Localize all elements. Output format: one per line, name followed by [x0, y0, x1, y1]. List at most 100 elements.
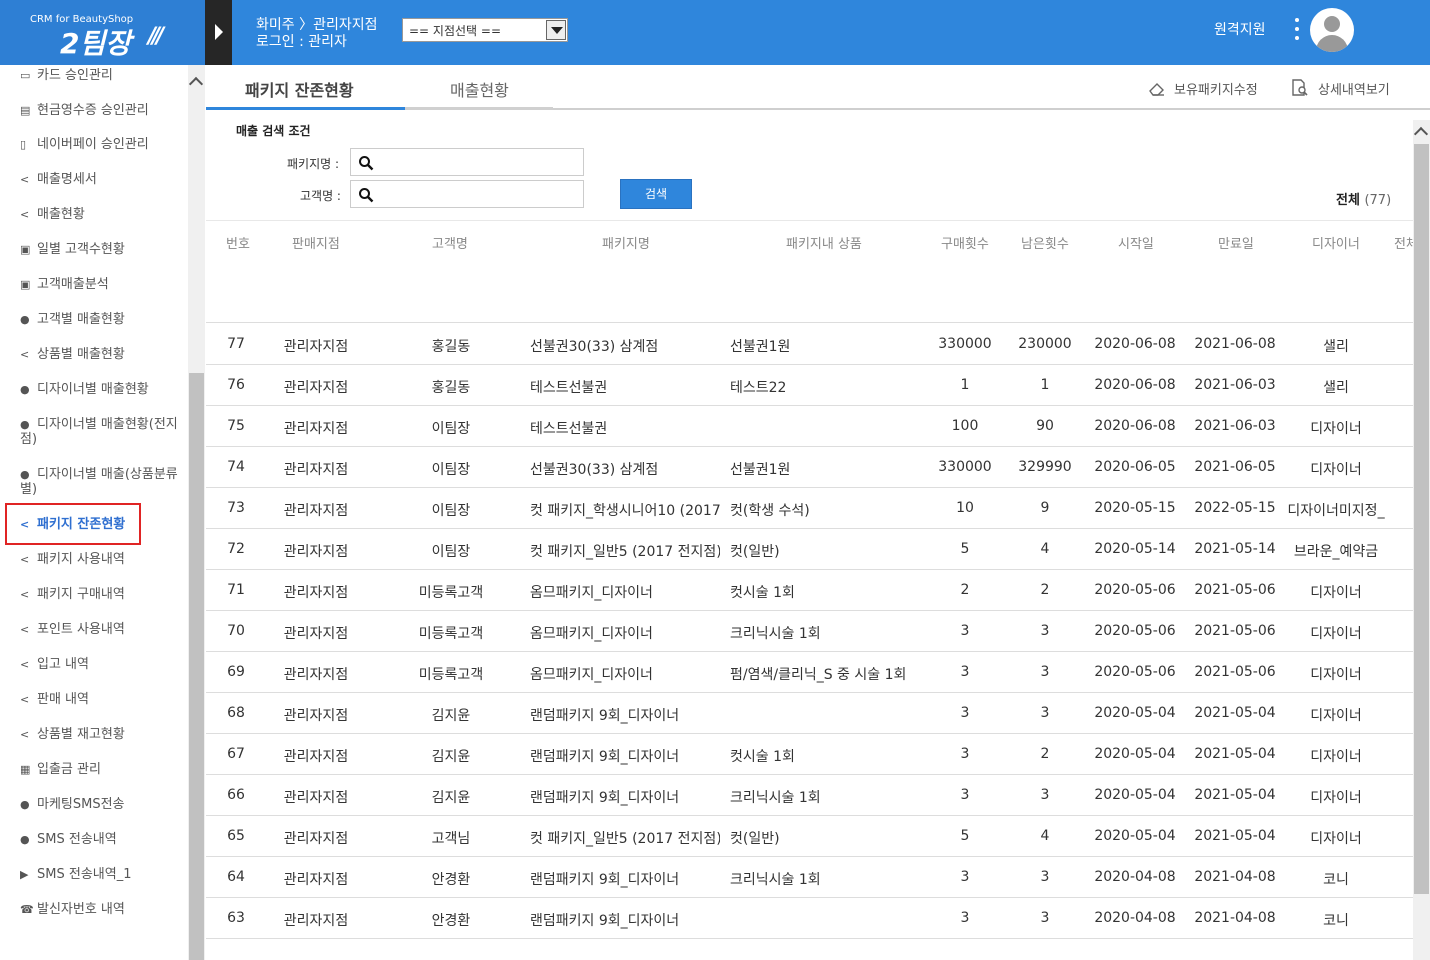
sidebar-item[interactable]: ● 디자이너별 매출현황 — [20, 382, 185, 397]
table-cell: 디자이너 — [1310, 585, 1362, 601]
table-row[interactable]: 68 관리자지점 김지윤 랜덤패키지 9회_디자이너 3 3 2020-05-04 2021-… — [206, 693, 1413, 734]
search-button[interactable]: 검색 — [620, 179, 692, 209]
sidebar-item[interactable]: < 패키지 구매내역 — [20, 587, 185, 602]
sidebar-item[interactable]: < 패키지 사용내역 — [20, 552, 185, 567]
sidebar-item[interactable]: ● 마케팅SMS전송 — [20, 797, 185, 812]
sidebar-item[interactable]: ▣ 고객매출분석 — [20, 277, 185, 292]
sidebar-item[interactable]: ● 고객별 매출현황 — [20, 312, 185, 327]
scroll-up-icon[interactable] — [1413, 126, 1429, 142]
sidebar-item[interactable]: ● 디자이너별 매출현황(전지점) — [20, 417, 185, 447]
table-row[interactable]: 65 관리자지점 고객님 컷 패키지_일반5 (2017 전지점) 컷(일반) 5 4 202… — [206, 816, 1413, 857]
table-row[interactable]: 75 관리자지점 이팀장 테스트선불권 100 90 2020-06-08 2021-06-0… — [206, 406, 1413, 447]
tab-package-remaining[interactable]: 패키지 잔존현황 — [245, 77, 354, 101]
column-header[interactable]: 디자이너 — [1312, 233, 1360, 252]
sidebar-item-label: 매출현황 — [37, 207, 85, 222]
table-cell: 테스트선불권 — [530, 421, 608, 437]
sidebar-item[interactable]: < 입고 내역 — [20, 657, 185, 672]
table-cell: 옴므패키지_디자이너 — [530, 585, 653, 601]
table-cell: 2020-06-08 — [1094, 377, 1176, 393]
sidebar-item[interactable]: ▯ 네이버페이 승인관리 — [20, 137, 185, 152]
table-row[interactable]: 67 관리자지점 김지윤 랜덤패키지 9회_디자이너 컷시술 1회 3 2 2020-05-0… — [206, 734, 1413, 775]
package-search-input[interactable] — [350, 148, 584, 176]
sidebar-item[interactable]: ▶ SMS 전송내역_1 — [20, 867, 185, 882]
sidebar-item[interactable]: ▦ 입출금 관리 — [20, 762, 185, 777]
table-cell: 2022-05-15 — [1194, 500, 1276, 516]
main-scroll-thumb[interactable] — [1414, 144, 1429, 894]
column-header[interactable]: 구매횟수 — [941, 233, 989, 252]
table-cell: 코니 — [1323, 872, 1349, 888]
sidebar-toggle-button[interactable] — [205, 0, 232, 65]
scroll-up-icon[interactable] — [188, 76, 204, 92]
column-header[interactable]: 시작일 — [1118, 233, 1154, 252]
sidebar-item[interactable]: ▭ 카드 승인관리 — [20, 68, 185, 83]
table-row[interactable]: 66 관리자지점 김지윤 랜덤패키지 9회_디자이너 크리닉시술 1회 3 3 2020-05… — [206, 775, 1413, 816]
table-cell: 미등록고객 — [418, 585, 484, 601]
sidebar-item[interactable]: ☎ 발신자번호 내역 — [20, 902, 185, 917]
sidebar-item[interactable]: ▣ 일별 고객수현황 — [20, 242, 185, 257]
sidebar-item[interactable]: < 매출명세서 — [20, 172, 185, 187]
customer-search-input[interactable] — [350, 180, 584, 208]
share-icon: < — [20, 658, 30, 671]
table-cell: 72 — [227, 541, 245, 557]
column-header[interactable]: 패키지명 — [602, 233, 650, 252]
sidebar-item-label: 마케팅SMS전송 — [37, 797, 125, 812]
sidebar-item[interactable]: < 매출현황 — [20, 207, 185, 222]
app-logo[interactable]: CRM for BeautyShop 2팀장 /// — [0, 0, 205, 65]
table-cell: 75 — [227, 418, 245, 434]
table-cell: 2021-05-06 — [1194, 582, 1276, 598]
id-card-icon: ▣ — [20, 278, 31, 291]
sidebar-item[interactable]: ● SMS 전송내역 — [20, 832, 185, 847]
remote-support-link[interactable]: 원격지원 — [1214, 19, 1266, 39]
sidebar-item[interactable]: < 상품별 재고현황 — [20, 727, 185, 742]
sidebar-scroll-thumb[interactable] — [189, 373, 204, 960]
column-header[interactable]: 판매지점 — [292, 233, 340, 252]
table-row[interactable]: 71 관리자지점 미등록고객 옴므패키지_디자이너 컷시술 1회 2 2 2020-05-06… — [206, 570, 1413, 611]
sidebar-item-label: 판매 내역 — [37, 692, 89, 707]
sidebar-item[interactable]: ▤ 현금영수증 승인관리 — [20, 103, 185, 118]
table-cell: 컷(학생 수석) — [730, 503, 810, 519]
main-scrollbar[interactable] — [1413, 120, 1430, 960]
column-header[interactable]: 만료일 — [1218, 233, 1254, 252]
table-row[interactable]: 73 관리자지점 이팀장 컷 패키지_학생시니어10 (2017 컷(학생 수석) 10 9… — [206, 488, 1413, 529]
more-menu-icon[interactable] — [1293, 18, 1301, 44]
total-count: 전체 (77) — [1336, 189, 1391, 208]
table-row[interactable]: 72 관리자지점 이팀장 컷 패키지_일반5 (2017 전지점) 컷(일반) 5 4 202… — [206, 529, 1413, 570]
sidebar-item-label: 현금영수증 승인관리 — [37, 103, 149, 118]
table-cell: 안경환 — [431, 872, 471, 888]
column-header[interactable]: 전체 — [1394, 233, 1413, 252]
table-row[interactable]: 70 관리자지점 미등록고객 옴므패키지_디자이너 크리닉시술 1회 3 3 2020-05-… — [206, 611, 1413, 652]
edit-package-button[interactable]: 보유패키지수정 — [1148, 79, 1258, 98]
table-cell: 2021-05-04 — [1194, 705, 1276, 721]
sidebar-item[interactable]: < 상품별 매출현황 — [20, 347, 185, 362]
table-row[interactable]: 69 관리자지점 미등록고객 옴므패키지_디자이너 펌/염색/클리닉_S 중 시술 1회… — [206, 652, 1413, 693]
column-header[interactable]: 남은횟수 — [1021, 233, 1069, 252]
table-cell: 2021-05-04 — [1194, 828, 1276, 844]
table-row[interactable]: 74 관리자지점 이팀장 선불권30(33) 삼계점 선불권1원 330000 329990… — [206, 447, 1413, 488]
tab-sales-status[interactable]: 매출현황 — [450, 77, 509, 101]
table-cell: 디자이너미지정_ — [1287, 503, 1385, 519]
table-row[interactable]: 77 관리자지점 홍길동 선불권30(33) 삼계점 선불권1원 330000 230000… — [206, 324, 1413, 365]
table-cell: 67 — [227, 746, 245, 762]
branch-select[interactable]: == 지점선택 == — [402, 18, 568, 42]
sidebar-item[interactable]: < 판매 내역 — [20, 692, 185, 707]
sidebar-item-label: 패키지 사용내역 — [37, 552, 125, 567]
search-icon — [359, 188, 374, 203]
document-search-icon — [1292, 79, 1308, 96]
column-header[interactable]: 고객명 — [432, 233, 468, 252]
sidebar-item[interactable]: < 포인트 사용내역 — [20, 622, 185, 637]
sidebar-item[interactable]: ● 디자이너별 매출(상품분류별) — [20, 467, 185, 497]
table-cell: 디자이너 — [1310, 749, 1362, 765]
column-header[interactable]: 번호 — [226, 233, 250, 252]
sidebar-scrollbar[interactable] — [188, 65, 205, 960]
sidebar-item-label: 상품별 재고현황 — [37, 727, 125, 742]
column-header[interactable]: 패키지내 상품 — [786, 233, 862, 252]
table-cell: 디자이너 — [1310, 708, 1362, 724]
table-cell: 이팀장 — [431, 421, 471, 437]
avatar[interactable] — [1310, 8, 1354, 52]
view-detail-button[interactable]: 상세내역보기 — [1290, 79, 1390, 98]
table-row[interactable]: 63 관리자지점 안경환 랜덤패키지 9회_디자이너 3 3 2020-04-08 2021-… — [206, 898, 1413, 939]
table-cell: 64 — [227, 869, 245, 885]
table-row[interactable]: 64 관리자지점 안경환 랜덤패키지 9회_디자이너 크리닉시술 1회 3 3 2020-04… — [206, 857, 1413, 898]
table-row[interactable]: 76 관리자지점 홍길동 테스트선불권 테스트22 1 1 2020-06-08 2021-06… — [206, 365, 1413, 406]
table-cell: 홍길동 — [431, 339, 471, 355]
